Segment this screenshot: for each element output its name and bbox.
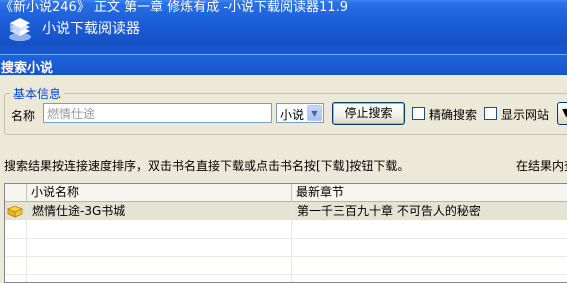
table-row[interactable]: 燃情仕途-3G书城 第一千三百九十章 不可告人的秘密 [5,202,567,220]
novel-type-select[interactable]: 小说 ▼ [276,103,324,123]
book-icon [7,205,23,218]
results-list[interactable]: 小说名称 最新章节 燃情仕途-3G书城 第一千三百九十章 不可告人的秘密 [4,183,567,283]
list-header: 小说名称 最新章节 [5,184,567,202]
exact-search-label: 精确搜索 [429,108,478,122]
show-site-label: 显示网站 [501,108,550,122]
grid-line [5,238,567,239]
column-header-latest-chapter[interactable]: 最新章节 [292,184,567,201]
grid-line [26,202,27,282]
more-options-button[interactable]: ▼ [557,102,567,125]
chevron-down-icon[interactable]: ▼ [307,105,322,121]
icon-column-header[interactable] [5,184,27,201]
title-bar: 《新小说246》 正文 第一章 修炼有成 -小说下载阅读器11.9 小说下载阅读… [0,0,567,54]
grid-line [5,256,567,257]
books-logo-icon [9,18,31,41]
stop-search-button[interactable]: 停止搜索 [332,102,405,125]
column-header-name[interactable]: 小说名称 [27,184,292,201]
novel-name-input[interactable] [43,103,272,123]
row-latest-chapter: 第一千三百九十章 不可告人的秘密 [297,204,481,218]
dialog-title: 搜索小说 [1,61,54,76]
window-title: 《新小说246》 正文 第一章 修炼有成 -小说下载阅读器11.9 [0,0,348,15]
app-name: 小说下载阅读器 [42,21,140,37]
grid-line [291,202,292,282]
dialog-header: 搜索小说 [0,54,567,76]
search-within-results-label: 在结果内查 [516,159,567,173]
exact-search-checkbox[interactable] [412,107,425,120]
show-site-checkbox[interactable] [484,107,497,120]
name-label: 名称 [11,109,36,123]
novel-type-value: 小说 [280,108,305,122]
results-hint: 搜索结果按连接速度排序，双击书名直接下载或点击书名按[下载]按钮下载。 [4,159,410,173]
row-novel-name: 燃情仕途-3G书城 [32,204,126,218]
basic-info-legend: 基本信息 [10,85,65,102]
